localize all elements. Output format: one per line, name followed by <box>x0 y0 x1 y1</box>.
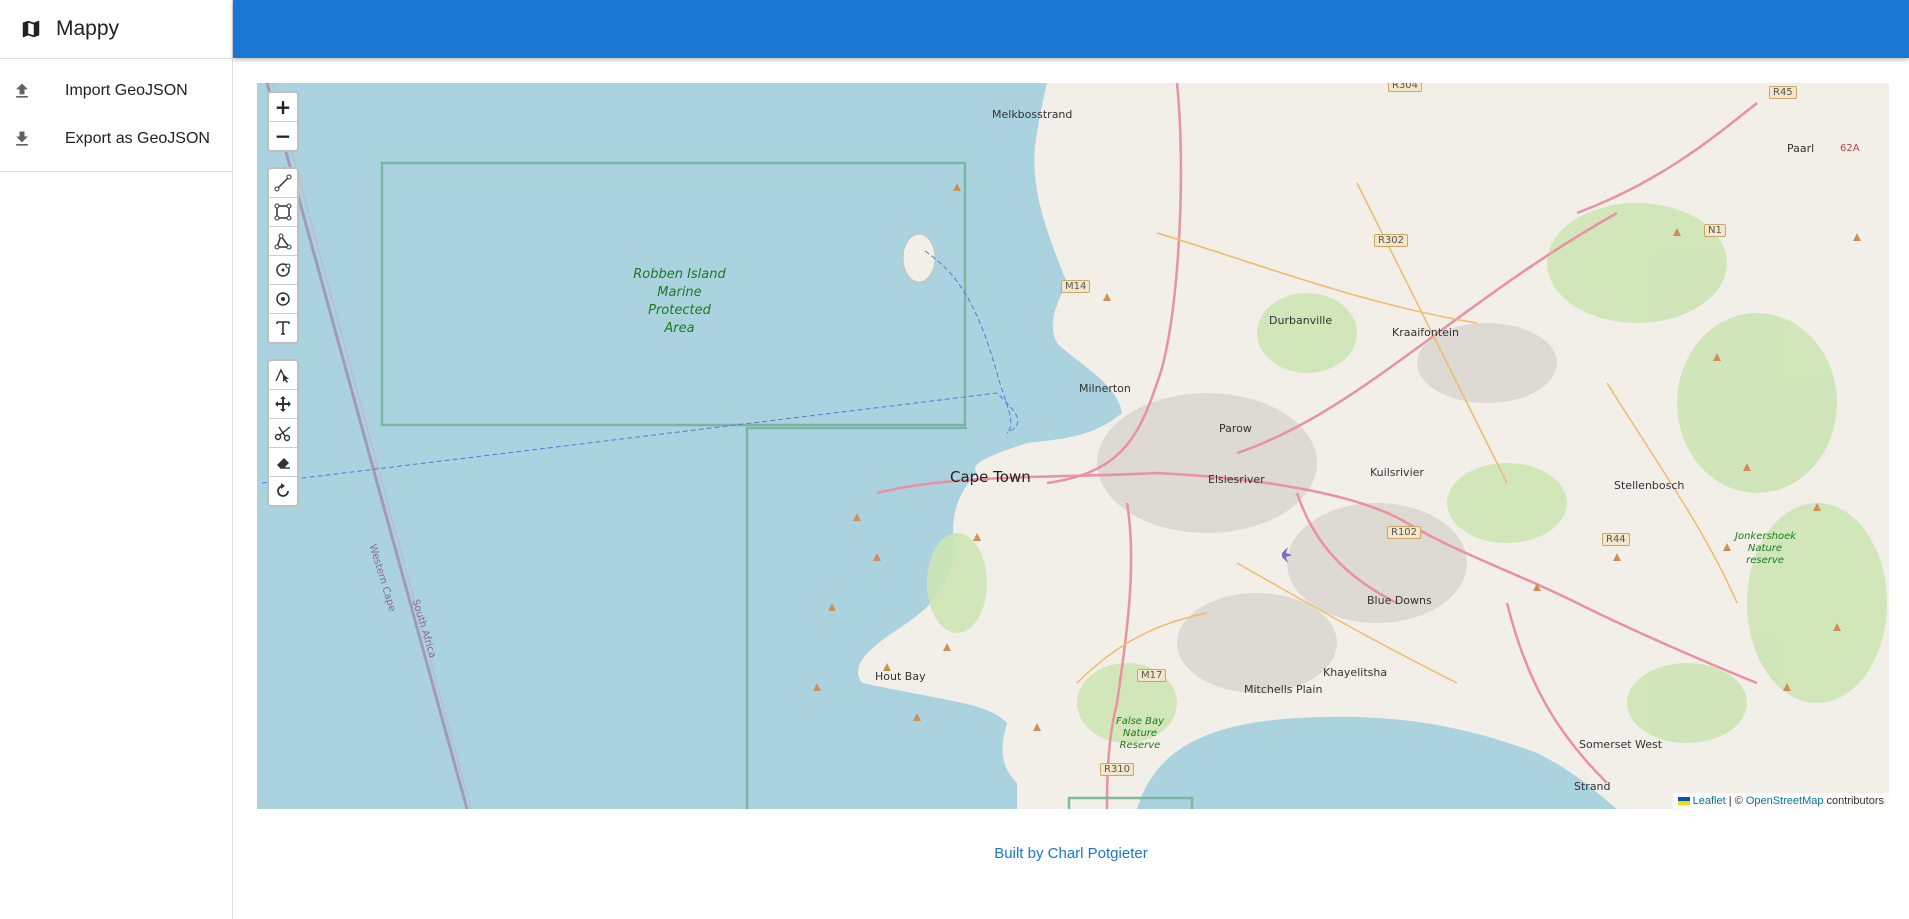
zoom-control: + − <box>267 91 299 152</box>
app-bar <box>233 0 1909 58</box>
remove-layers-button[interactable] <box>269 448 297 477</box>
scissors-icon <box>274 426 291 442</box>
map-container[interactable]: Robben Island Marine Protected Area Melk… <box>257 83 1889 809</box>
kraaifontein-label: Kraaifontein <box>1392 326 1459 339</box>
circle-icon <box>276 263 291 277</box>
road-shield-r102: R102 <box>1387 526 1422 539</box>
road-shield-r44: R44 <box>1602 533 1630 546</box>
download-icon <box>16 131 28 146</box>
rectangle-icon <box>274 203 292 221</box>
draw-polyline-button[interactable] <box>269 169 297 198</box>
road-shield-r45: R45 <box>1769 86 1797 99</box>
kuilsrivier-label: Kuilsrivier <box>1370 466 1424 479</box>
drag-layers-button[interactable] <box>269 390 297 419</box>
polyline-icon <box>274 174 292 192</box>
circle-marker-icon <box>276 292 290 306</box>
edit-toolbar <box>267 359 299 507</box>
map-tiles <box>261 83 1889 809</box>
milnerton-label: Milnerton <box>1079 382 1131 395</box>
osm-link[interactable]: OpenStreetMap <box>1746 795 1824 807</box>
map-attribution: Leaflet | © OpenStreetMap contributors <box>1672 793 1889 809</box>
draw-text-button[interactable] <box>269 314 297 342</box>
cape-town-label: Cape Town <box>950 468 1031 486</box>
move-icon <box>275 396 291 412</box>
draw-polygon-button[interactable] <box>269 227 297 256</box>
leaflet-link[interactable]: Leaflet <box>1693 795 1726 807</box>
draw-toolbar <box>267 167 299 344</box>
blue-downs-label: Blue Downs <box>1367 594 1432 607</box>
edit-layers-button[interactable] <box>269 361 297 390</box>
export-geojson-button[interactable]: Export as GeoJSON <box>0 115 232 163</box>
road-shield-r304: R304 <box>1388 83 1423 92</box>
text-icon <box>276 321 290 335</box>
polygon-icon <box>274 233 292 250</box>
somerset-west-label: Somerset West <box>1579 738 1663 751</box>
stellenbosch-label: Stellenbosch <box>1614 479 1685 492</box>
rotate-layers-button[interactable] <box>269 477 297 505</box>
strand-label: Strand <box>1574 780 1611 793</box>
jonkershoek-label: Jonkershoek Nature reserve <box>1735 531 1797 566</box>
hout-bay-label: Hout Bay <box>875 670 926 683</box>
robben-island-label: Robben Island Marine Protected Area <box>633 267 726 336</box>
draw-circle-button[interactable] <box>269 256 297 285</box>
road-shield-m14: M14 <box>1061 280 1091 293</box>
attribution-separator: | © <box>1725 795 1746 807</box>
cut-layers-button[interactable] <box>269 419 297 448</box>
import-geojson-button[interactable]: Import GeoJSON <box>0 67 232 115</box>
app-title: Mappy <box>56 17 120 40</box>
attribution-contributors: contributors <box>1823 795 1884 807</box>
melkbosstrand-label: Melkbosstrand <box>992 108 1073 121</box>
parow-label: Parow <box>1219 422 1252 435</box>
mitchells-plain-label: Mitchells Plain <box>1244 683 1323 696</box>
road-shield-m17: M17 <box>1137 669 1167 682</box>
false-bay-label: False Bay Nature Reserve <box>1115 716 1165 751</box>
zoom-out-button[interactable]: − <box>269 122 297 150</box>
paarl-label: Paarl <box>1787 142 1815 155</box>
export-geojson-label: Export as GeoJSON <box>65 130 210 147</box>
app-brand: Mappy <box>0 0 232 59</box>
flag-icon <box>1677 797 1690 806</box>
import-geojson-label: Import GeoJSON <box>65 82 188 99</box>
draw-rectangle-button[interactable] <box>269 198 297 227</box>
road-shield-r310: R310 <box>1100 763 1135 776</box>
sidebar-menu: Import GeoJSON Export as GeoJSON <box>0 59 232 172</box>
eraser-icon <box>277 458 290 469</box>
elsiesriver-label: Elsiesriver <box>1208 473 1265 486</box>
zoom-in-button[interactable]: + <box>269 93 297 122</box>
khayelitsha-label: Khayelitsha <box>1323 666 1388 679</box>
map-icon <box>22 20 40 38</box>
upload-icon <box>16 83 28 98</box>
edit-pointer-icon <box>275 368 289 383</box>
road-shield-r302: R302 <box>1374 234 1409 247</box>
rotate-icon <box>277 483 289 497</box>
road-shield-n1: N1 <box>1704 224 1726 237</box>
durbanville-label: Durbanville <box>1269 314 1333 327</box>
draw-circle-marker-button[interactable] <box>269 285 297 314</box>
footer-credit[interactable]: Built by Charl Potgieter <box>233 845 1909 862</box>
road-shield-62a: 62A <box>1840 143 1860 154</box>
sidebar: Mappy Import GeoJSON Export as GeoJSON <box>0 0 233 919</box>
